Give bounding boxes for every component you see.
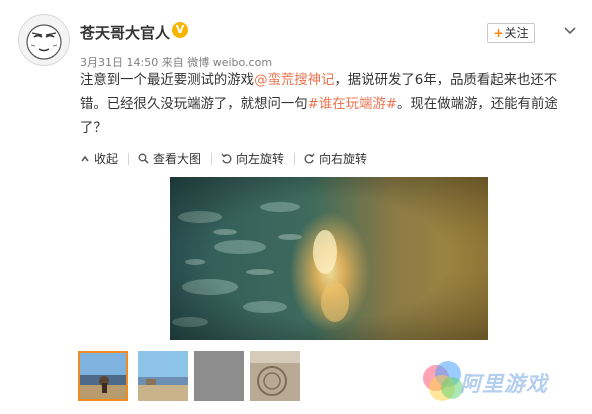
rotate-right-icon [304,153,315,164]
view-large-label: 查看大图 [153,152,202,166]
main-post-image[interactable] [170,177,488,340]
thumbnail-1[interactable] [78,351,128,401]
post-date[interactable]: 3月31日 14:50 [80,56,158,69]
post-text: 注意到一个最近要测试的游戏@蛮荒搜神记，据说研发了6年，品质看起来也还不错。已经… [80,69,578,141]
collapse-button[interactable]: 收起 [80,150,118,167]
plus-icon: + [493,26,504,40]
hashtag-link[interactable]: #谁在玩端游# [308,97,397,112]
divider [294,153,295,165]
rotate-left-button[interactable]: 向左旋转 [221,150,284,167]
from-label: 来自 [161,56,184,69]
rotate-left-icon [221,153,232,164]
divider [211,153,212,165]
watermark-text: 阿里游戏 [460,372,548,396]
thumbnail-2[interactable] [138,351,188,401]
thumbnail-3[interactable] [194,351,244,401]
thumbnail-4[interactable] [250,351,300,401]
magnifier-icon [138,153,149,164]
follow-button[interactable]: +关注 [487,23,535,43]
chevron-down-icon[interactable] [564,22,576,35]
collapse-label: 收起 [94,152,119,166]
avatar[interactable] [18,14,70,66]
rotate-right-label: 向右旋转 [319,152,368,166]
view-large-button[interactable]: 查看大图 [138,150,201,167]
post-source[interactable]: 微博 weibo.com [187,56,272,69]
rotate-left-label: 向左旋转 [236,152,285,166]
username[interactable]: 苍天哥大官人 [80,22,170,43]
post-text-part-1: 注意到一个最近要测试的游戏 [80,73,255,88]
divider [128,153,129,165]
mention-link[interactable]: @蛮荒搜神记 [254,73,334,88]
follow-label: 关注 [504,26,529,40]
rotate-right-button[interactable]: 向右旋转 [304,150,367,167]
collapse-icon [81,155,89,161]
verified-badge-icon: V [172,22,188,38]
doodle-face-avatar-icon [26,24,62,60]
post-meta: 3月31日 14:50 来自 微博 weibo.com [80,54,272,70]
